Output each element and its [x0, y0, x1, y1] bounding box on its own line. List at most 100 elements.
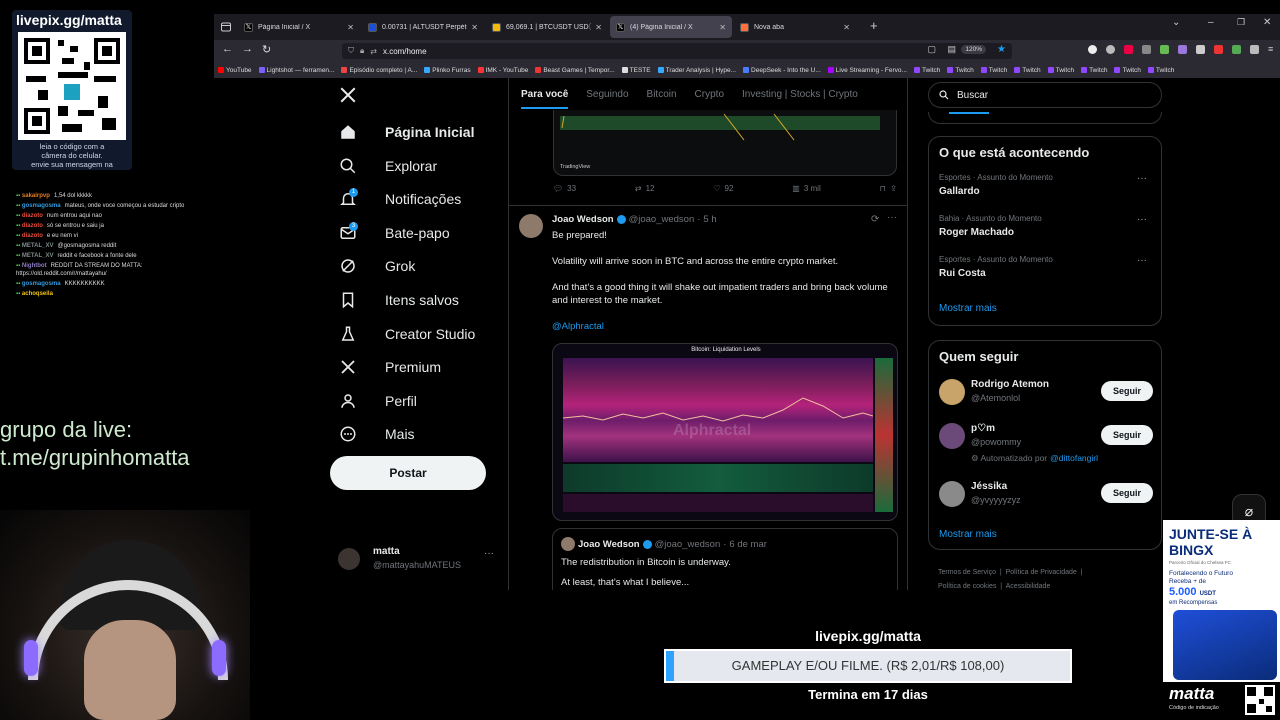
bookmark-item[interactable]: Plinko Furras [424, 67, 471, 74]
bookmark-item[interactable]: Twitch [980, 67, 1007, 74]
extension-icon[interactable] [1196, 45, 1205, 54]
close-tab-icon[interactable]: ✕ [719, 23, 726, 32]
author-avatar[interactable] [519, 214, 543, 238]
account-switcher[interactable]: matta @mattayahuMATEUS ··· [338, 546, 498, 578]
zoom-level[interactable]: 120% [961, 45, 986, 54]
extension-icon[interactable] [1178, 45, 1187, 54]
bookmark-item[interactable]: Twitch [1014, 67, 1041, 74]
close-window-icon[interactable]: ✕ [1263, 17, 1271, 28]
forward-icon[interactable]: → [242, 43, 253, 55]
follow-item[interactable]: p♡m @powommy ⚙ Automatizado por @dittofangi… [929, 421, 1163, 463]
browser-tab[interactable]: Nova aba ✕ [734, 16, 856, 38]
browser-tab[interactable]: 0.00731 | ALTUSDT Perpétuos c ✕ [362, 16, 484, 38]
star-bookmark-icon[interactable]: ★ [997, 44, 1006, 55]
nav-item[interactable]: Premium [339, 355, 441, 379]
more-dots-icon[interactable]: ··· [1137, 173, 1147, 184]
extension-icon[interactable] [1232, 45, 1241, 54]
bookmark-item[interactable]: YouTube [218, 67, 252, 74]
extension-icon[interactable] [1214, 45, 1223, 54]
trend-item[interactable]: Esportes · Assunto do Momento Gallardo ··· [939, 173, 1153, 209]
previous-post-chart[interactable]: TradingView [553, 110, 897, 176]
post-time[interactable]: 5 h [703, 214, 716, 225]
search-input[interactable]: Buscar [928, 82, 1162, 108]
quoted-post[interactable]: Joao Wedson @joao_wedson · 6 de mar The … [552, 528, 898, 590]
extension-icon[interactable] [1142, 45, 1151, 54]
timeline-tab[interactable]: Investing | Stocks | Crypto [742, 89, 858, 100]
show-more-trends[interactable]: Mostrar mais [939, 303, 997, 314]
follow-button[interactable]: Seguir [1101, 483, 1153, 503]
bookmark-item[interactable]: Twitch [913, 67, 940, 74]
minimize-icon[interactable]: – [1208, 17, 1214, 28]
nav-item[interactable]: 1 Notificações [339, 187, 461, 211]
bookmark-item[interactable]: IMK - YouTube [477, 67, 528, 74]
post-button[interactable]: Postar [330, 456, 486, 490]
maximize-icon[interactable]: ❐ [1237, 17, 1245, 28]
follow-button[interactable]: Seguir [1101, 425, 1153, 445]
trend-item[interactable]: Esportes · Assunto do Momento Rui Costa ··… [939, 255, 1153, 291]
bookmark-item[interactable]: Episódio completo | A... [341, 67, 417, 74]
like-button[interactable]: ♡ 92 [713, 184, 733, 193]
more-dots-icon[interactable]: ··· [1137, 214, 1147, 225]
bookmark-item[interactable]: Twitch [1047, 67, 1074, 74]
bookmark-item[interactable]: Twitch [1147, 67, 1174, 74]
page-icon[interactable]: ▢ [927, 44, 936, 55]
follow-item[interactable]: Rodrigo Atemon @Atemonlol Seguir [929, 377, 1163, 417]
nav-item[interactable]: Creator Studio [339, 322, 475, 346]
reload-icon[interactable]: ↻ [262, 43, 271, 56]
close-tab-icon[interactable]: ✕ [471, 23, 478, 32]
bookmark-item[interactable]: DeepSeek - Into the U... [743, 67, 821, 74]
back-icon[interactable]: ← [222, 43, 233, 55]
timeline-tab[interactable]: Bitcoin [647, 89, 677, 100]
post-image[interactable]: Bitcoin: Liquidation Levels Alphractal [552, 343, 898, 521]
mention-link[interactable]: @Alphractal [552, 320, 898, 333]
timeline-tab[interactable]: Crypto [695, 89, 724, 100]
more-dots-icon[interactable]: ··· [1137, 255, 1147, 266]
bookmark-item[interactable]: Live Streaming - Fervo... [827, 67, 907, 74]
footer-link[interactable]: Acessibilidade [1006, 583, 1051, 590]
nav-item[interactable]: 3 Bate-papo [339, 221, 450, 245]
trend-item[interactable]: Bahia · Assunto do Momento Roger Machado ·… [939, 214, 1153, 250]
close-tab-icon[interactable]: ✕ [595, 23, 602, 32]
bookmark-item[interactable]: Beast Games | Tempor... [535, 67, 615, 74]
tab-list-icon[interactable] [220, 20, 232, 32]
more-dots-icon[interactable]: ··· [887, 212, 897, 223]
extension-icon[interactable] [1160, 45, 1169, 54]
bookmark-item[interactable]: Lightshot — ferramen... [258, 67, 334, 74]
views-button[interactable]: ▥ 3 mil [792, 184, 820, 193]
footer-link[interactable]: Política de cookies [938, 583, 996, 590]
browser-tab[interactable]: 𝕏 (4) Página Inicial / X ✕ [610, 16, 732, 38]
bookmark-item[interactable]: TESTE [621, 67, 651, 74]
bookmark-item[interactable]: Trader Analysis | Hype... [657, 67, 736, 74]
nav-item[interactable]: Itens salvos [339, 288, 459, 312]
extension-icon[interactable] [1088, 45, 1097, 54]
repost-button[interactable]: ⇄ 12 [635, 184, 655, 193]
automated-link[interactable]: @dittofangirl [1050, 453, 1098, 463]
extension-icon[interactable] [1124, 45, 1133, 54]
author-handle[interactable]: @joao_wedson [629, 214, 695, 225]
timeline-tab[interactable]: Para você [521, 89, 569, 109]
x-logo-icon[interactable] [339, 86, 357, 109]
nav-item[interactable]: Grok [339, 254, 415, 278]
more-dots-icon[interactable]: ··· [484, 548, 494, 559]
browser-tab[interactable]: 69,069.1 | BTCUSDT USDⓈ-Ma ✕ [486, 16, 608, 38]
footer-link[interactable]: Política de Privacidade [1006, 569, 1077, 576]
grok-icon[interactable]: ⟳ [871, 214, 879, 225]
menu-icon[interactable]: ≡ [1268, 45, 1277, 54]
timeline-tab[interactable]: Seguindo [586, 89, 628, 100]
extension-icon[interactable] [1250, 45, 1259, 54]
nav-item[interactable]: Mais [339, 422, 415, 446]
show-more-follow[interactable]: Mostrar mais [939, 529, 997, 540]
close-tab-icon[interactable]: ✕ [843, 23, 850, 32]
tab-overflow-icon[interactable]: ⌄ [1172, 17, 1180, 28]
close-tab-icon[interactable]: ✕ [347, 23, 354, 32]
browser-tab[interactable]: 𝕏 Página Inicial / X ✕ [238, 16, 360, 38]
nav-item[interactable]: Página Inicial [339, 120, 474, 144]
extension-icon[interactable] [1106, 45, 1115, 54]
address-bar[interactable]: ⛉ 🔒︎ ⇄ x.com/home 120% ★ ▤ ▢ [342, 43, 1012, 59]
bookmark-item[interactable]: Twitch [947, 67, 974, 74]
footer-link[interactable]: Termos de Serviço [938, 569, 996, 576]
follow-button[interactable]: Seguir [1101, 381, 1153, 401]
nav-item[interactable]: Explorar [339, 154, 437, 178]
bookmark-item[interactable]: Twitch [1114, 67, 1141, 74]
reader-icon[interactable]: ▤ [947, 44, 956, 55]
